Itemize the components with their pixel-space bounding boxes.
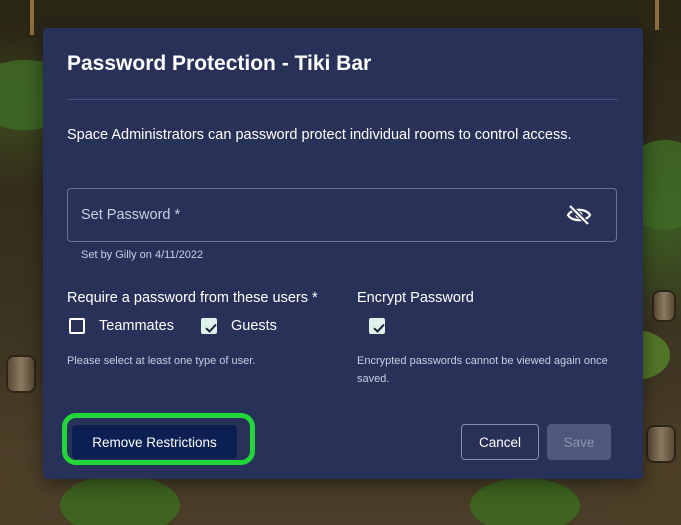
encrypt-password-label: Encrypt Password <box>357 290 474 306</box>
require-password-label: Require a password from these users * <box>67 290 318 306</box>
tiki-pole <box>30 0 34 35</box>
require-note: Please select at least one type of user. <box>67 355 256 367</box>
cancel-button[interactable]: Cancel <box>461 424 539 460</box>
guests-checkbox[interactable] <box>201 318 217 334</box>
checkmark-icon <box>373 323 385 333</box>
divider <box>67 99 618 100</box>
dialog-description: Space Administrators can password protec… <box>67 127 572 143</box>
encrypt-checkbox[interactable] <box>369 318 385 334</box>
password-helper-text: Set by Gilly on 4/11/2022 <box>81 249 204 261</box>
encrypt-option[interactable] <box>369 318 385 334</box>
barrel <box>6 355 36 393</box>
remove-restrictions-button[interactable]: Remove Restrictions <box>72 425 237 459</box>
save-button[interactable]: Save <box>547 424 611 460</box>
palm-tree-foliage <box>470 478 580 525</box>
eye-slash-icon[interactable] <box>566 204 592 226</box>
guests-label[interactable]: Guests <box>231 318 277 334</box>
guests-option[interactable]: Guests <box>201 318 277 334</box>
barrel <box>652 290 676 322</box>
password-field[interactable] <box>67 188 617 242</box>
dialog-title: Password Protection - Tiki Bar <box>67 52 372 75</box>
password-protection-dialog: Password Protection - Tiki Bar Space Adm… <box>43 28 643 479</box>
tiki-pole <box>655 0 659 30</box>
palm-tree-foliage <box>60 475 180 525</box>
encrypt-note: Encrypted passwords cannot be viewed aga… <box>357 355 608 385</box>
teammates-option[interactable]: Teammates <box>69 318 174 334</box>
teammates-checkbox[interactable] <box>69 318 85 334</box>
barrel <box>646 425 676 463</box>
teammates-label[interactable]: Teammates <box>99 318 174 334</box>
checkmark-icon <box>205 323 217 333</box>
password-input[interactable] <box>81 189 551 241</box>
